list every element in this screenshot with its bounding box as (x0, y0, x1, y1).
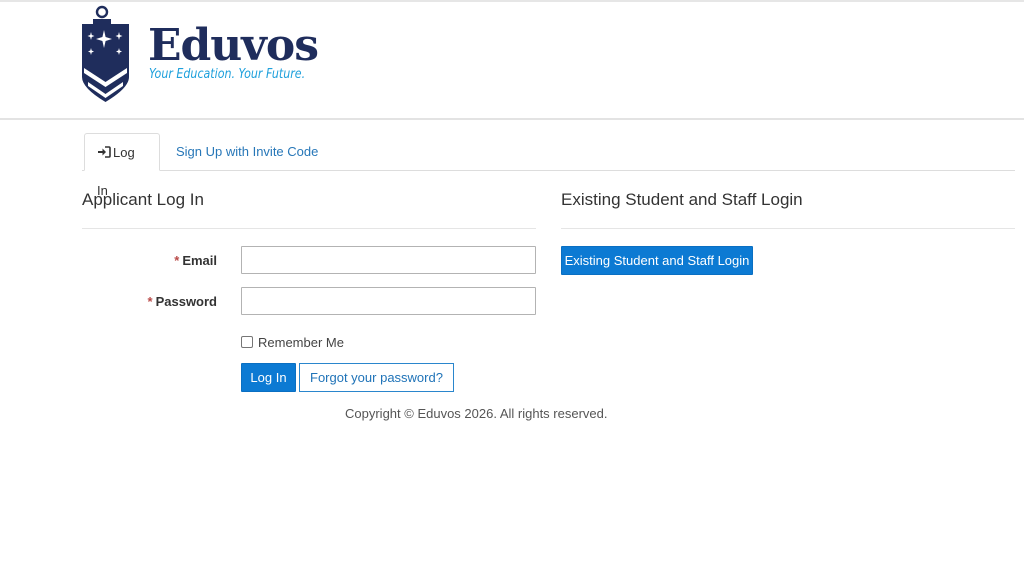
required-marker: * (147, 294, 153, 309)
divider (82, 228, 536, 229)
staff-login-title: Existing Student and Staff Login (561, 190, 803, 209)
email-field[interactable] (241, 246, 536, 274)
password-field[interactable] (241, 287, 536, 315)
remember-me-label: Remember Me (258, 335, 344, 350)
copyright-text: Copyright © Eduvos 2026. All rights rese… (345, 406, 608, 421)
site-header: Eduvos Your Education. Your Future. (0, 2, 1024, 120)
required-marker: * (174, 253, 180, 268)
divider (561, 228, 1015, 229)
sign-in-icon (97, 135, 111, 158)
email-label: * Email (174, 253, 217, 268)
brand-logo[interactable]: Eduvos Your Education. Your Future. (80, 2, 320, 104)
tab-sign-up-invite[interactable]: Sign Up with Invite Code (164, 133, 330, 171)
password-label: * Password (147, 294, 217, 309)
crest-icon (82, 5, 129, 102)
remember-me[interactable]: Remember Me (241, 335, 344, 350)
staff-login-button[interactable]: Existing Student and Staff Login (561, 246, 753, 275)
forgot-password-button[interactable]: Forgot your password? (299, 363, 454, 392)
brand-tagline: Your Education. Your Future. (149, 66, 306, 82)
log-in-button[interactable]: Log In (241, 363, 296, 392)
auth-tabs: Log In Sign Up with Invite Code (82, 133, 1015, 198)
applicant-login-title: Applicant Log In (82, 190, 204, 209)
tab-log-in[interactable]: Log In (84, 133, 160, 198)
remember-me-checkbox[interactable] (241, 336, 253, 348)
